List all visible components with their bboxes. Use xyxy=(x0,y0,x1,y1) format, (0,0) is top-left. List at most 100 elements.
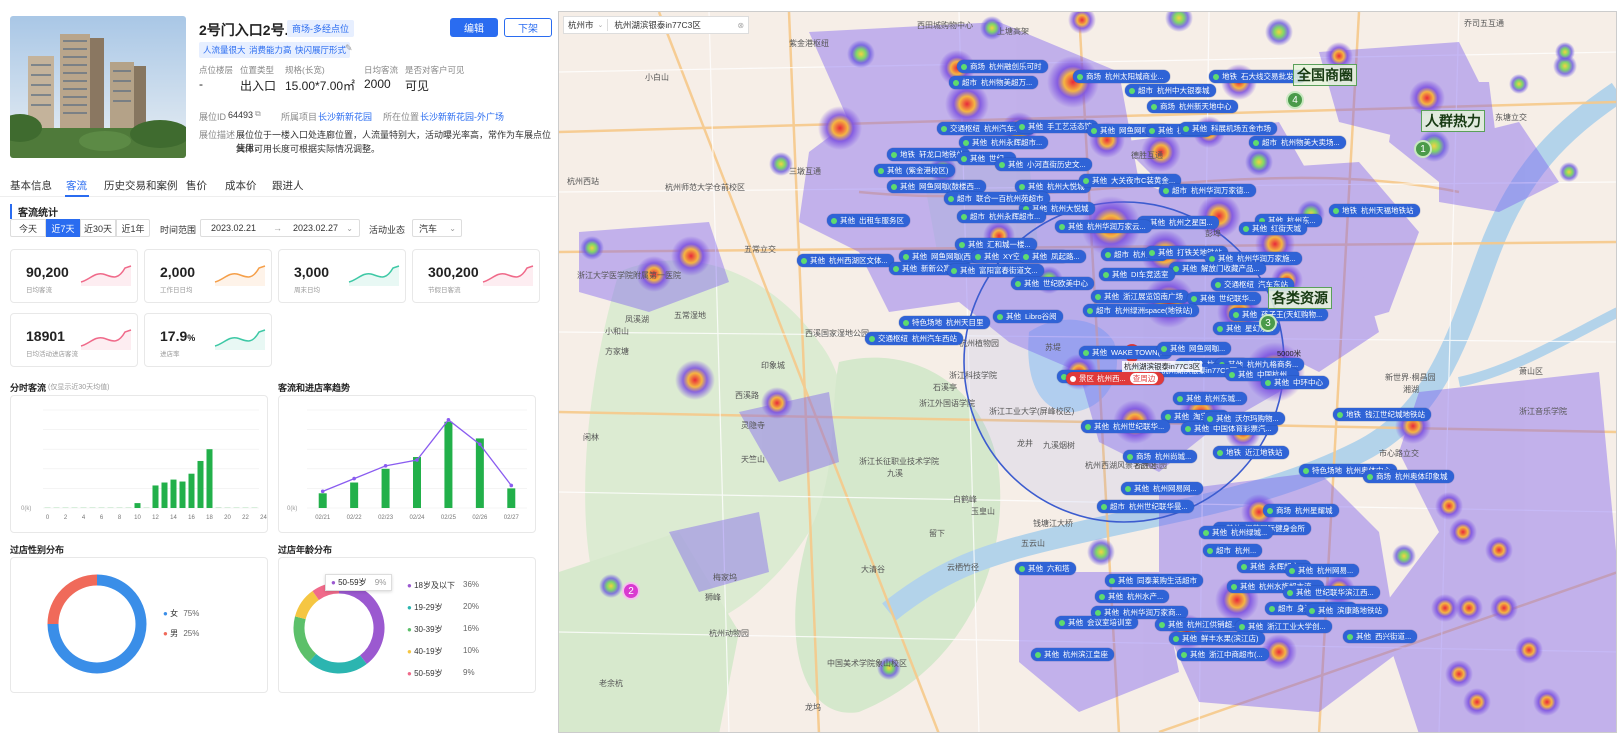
poi-pill[interactable]: 地铁 石大线交易批发... xyxy=(1209,70,1306,83)
place-label: 杭州西站 xyxy=(567,177,599,186)
poi-pill[interactable]: 其他 杭州永辉超市... xyxy=(959,136,1049,149)
poi-pill[interactable]: 商场 杭州奥体印象城 xyxy=(1363,470,1454,483)
city-select[interactable]: 杭州市 xyxy=(564,19,598,31)
poi-pill[interactable]: 超市 杭州世纪联华曼... xyxy=(1097,500,1194,513)
poi-pill[interactable]: 其他 中环中心 xyxy=(1261,376,1329,389)
tab-history[interactable]: 历史交易和案例 xyxy=(104,178,178,193)
range-30d[interactable]: 近30天 xyxy=(80,219,116,237)
poi-name: 沃尔玛购物... xyxy=(1235,414,1279,423)
copy-icon[interactable]: ⧉ xyxy=(255,109,261,119)
poi-pill[interactable]: 其他 杭州滨江皇座 xyxy=(1031,648,1114,661)
range-7d[interactable]: 近7天 xyxy=(46,219,80,237)
poi-pill[interactable]: 超市 杭州物美超万... xyxy=(949,76,1039,89)
poi-pill[interactable]: 地铁 杭州天福地铁站 xyxy=(1329,204,1420,217)
selected-poi-pill[interactable]: 景区 杭州西... 查周边 xyxy=(1066,372,1165,385)
poi-pill[interactable]: 其他 红街天城 xyxy=(1239,222,1307,235)
cluster-badge[interactable]: 1 xyxy=(1414,140,1432,158)
range-today[interactable]: 今天 xyxy=(10,219,46,237)
tab-basic-info[interactable]: 基本信息 xyxy=(10,178,52,193)
poi-pill[interactable]: 其他 网鱼网咖... xyxy=(1157,342,1232,355)
poi-type: 商场 xyxy=(1276,506,1291,515)
poi-type: 其他 xyxy=(1318,606,1333,615)
poi-pill[interactable]: 其他 富阳富春街道文... xyxy=(947,264,1044,277)
poi-pill[interactable]: 其他 杭州东城... xyxy=(1173,392,1248,405)
poi-pill[interactable]: 商场 杭州融创乐可时 xyxy=(957,60,1048,73)
poi-pill[interactable]: 其他 杭州绿城... xyxy=(1199,526,1274,539)
poi-pill[interactable]: 其他 (紫金港校区) xyxy=(874,164,955,177)
poi-type: 其他 xyxy=(1092,348,1107,357)
poi-pill[interactable]: 地铁 钱江世纪城地铁站 xyxy=(1333,408,1431,421)
poi-pill[interactable]: 交通枢纽 杭州汽车西站 xyxy=(865,332,963,345)
cluster-badge[interactable]: 3 xyxy=(1259,314,1277,332)
poi-pill[interactable]: 其他 出租车服务区 xyxy=(827,214,910,227)
poi-pill[interactable]: 超市 杭州物美大卖场... xyxy=(1249,136,1346,149)
date-range-picker[interactable]: 2023.02.21 → 2023.02.27 ⌄ xyxy=(200,219,360,237)
poi-pill[interactable]: 其他 六和塔 xyxy=(1015,562,1076,575)
location-link[interactable]: 长沙新新花园-外广场 xyxy=(420,110,504,123)
poi-pill[interactable]: 其他 世纪联华滨江西... xyxy=(1283,586,1380,599)
poi-dot-icon xyxy=(1185,425,1191,432)
heatmap-map[interactable]: 西田城购物中心 上塘高架 乔司五互通 紫金港枢纽 小白山 杭州西站 杭州师范大学仓前校区 三墩… xyxy=(558,11,1617,733)
cluster-badge[interactable]: 4 xyxy=(1286,91,1304,109)
poi-pill[interactable]: 超市 杭州永辉超市... xyxy=(957,210,1047,223)
poi-pill[interactable]: 超市 杭州华润万家德... xyxy=(1159,184,1256,197)
poi-pill[interactable]: 商场 杭州星耀城 xyxy=(1263,504,1339,517)
poi-pill[interactable]: 其他 Libro谷阅 xyxy=(993,310,1063,323)
poi-pill[interactable]: 其他 滨康路地铁站 xyxy=(1305,604,1388,617)
poi-pill[interactable]: 其他 会议室培训室 xyxy=(1055,616,1138,629)
tab-follower[interactable]: 跟进人 xyxy=(272,178,304,193)
poi-pill[interactable]: 其他 鲜丰水果(滨江店) xyxy=(1169,632,1265,645)
poi-pill[interactable]: 超市 杭州中大银泰城 xyxy=(1125,84,1216,97)
poi-pill[interactable]: 其他 杭州世纪联华... xyxy=(1081,420,1171,433)
place-label: 浙江科技学院 xyxy=(949,371,997,380)
poi-pill[interactable]: 超市 联合一百杭州苑超市 xyxy=(944,192,1050,205)
poi-pill[interactable]: 其他 科展机场五金市场 xyxy=(1179,122,1277,135)
poi-dot-icon xyxy=(1035,651,1041,658)
poi-pill[interactable]: 其他 解放门收藏产品... xyxy=(1169,262,1266,275)
poi-pill[interactable]: 地铁 近江地铁站 xyxy=(1213,446,1289,459)
poi-pill[interactable]: 其他 杭州网易网... xyxy=(1121,482,1203,495)
poi-pill[interactable]: 超市 杭州... xyxy=(1203,544,1263,557)
edit-button[interactable]: 编辑 xyxy=(450,18,498,37)
poi-pill[interactable]: 其他 杭州西湖区文体... xyxy=(797,254,894,267)
poi-pill[interactable]: 其他 同泰莱购生活超市 xyxy=(1105,574,1203,587)
poi-pill[interactable]: 其他 杭州华润万家云... xyxy=(1055,220,1152,233)
map-search-bar[interactable]: 杭州市 ⌄ 杭州湖滨银泰in77C3区 ⊗ xyxy=(563,16,750,34)
poi-pill[interactable]: 其他 沃尔玛购物... xyxy=(1203,412,1285,425)
poi-pill[interactable]: 其他 世纪欧美中心 xyxy=(1011,277,1094,290)
edit-tags-icon[interactable]: ✎ xyxy=(345,43,353,54)
poi-pill[interactable]: 其他 杭州江供销超... xyxy=(1155,618,1245,631)
poi-pill[interactable]: 其他 手工艺活态馆 xyxy=(1015,120,1098,133)
poi-pill[interactable]: 其他 杭州网易... xyxy=(1285,564,1360,577)
poi-pill[interactable]: 其他 杭州水产... xyxy=(1095,590,1170,603)
poi-pill[interactable]: 其他 浙江展览馆南广场 xyxy=(1091,290,1189,303)
poi-dot-icon xyxy=(1087,307,1093,314)
poi-dot-icon xyxy=(1207,547,1213,554)
close-icon[interactable]: ⊗ xyxy=(737,21,744,30)
activity-select[interactable]: 汽车 ⌄ xyxy=(412,219,462,237)
poi-pill[interactable]: 其他 孩子王(天虹购物... xyxy=(1229,308,1329,321)
tab-cost[interactable]: 成本价 xyxy=(225,178,257,193)
tab-traffic[interactable]: 客流 xyxy=(66,178,87,193)
poi-pill[interactable]: 特色场地 杭州天目里 xyxy=(899,316,990,329)
project-link[interactable]: 长沙新新花园 xyxy=(318,110,372,123)
place-label: 西溪国家湿地公园 xyxy=(805,329,869,338)
poi-pill[interactable]: 其他 凤起路... xyxy=(1019,250,1086,263)
poi-pill[interactable]: 其他 DI车竞选室 xyxy=(1099,268,1175,281)
trend-title: 客流和进店率趋势 xyxy=(278,383,351,393)
poi-pill[interactable]: 商场 杭州尚城... xyxy=(1123,450,1198,463)
poi-pill[interactable]: 超市 杭州绿洲space(地铁站) xyxy=(1083,304,1199,317)
poi-pill[interactable]: 商场 杭州太阳城商业... xyxy=(1073,70,1170,83)
tab-price[interactable]: 售价 xyxy=(186,178,207,193)
poi-pill[interactable]: 其他 小河直街历史文... xyxy=(995,158,1092,171)
poi-pill[interactable]: 其他 西兴街道... xyxy=(1343,630,1418,643)
poi-pill[interactable]: 其他 浙江中商超市(... xyxy=(1177,648,1269,661)
cluster-badge[interactable]: 2 xyxy=(622,582,640,600)
poi-dot-icon xyxy=(903,253,909,260)
takedown-button[interactable]: 下架 xyxy=(504,18,552,37)
range-1y[interactable]: 近1年 xyxy=(116,219,150,237)
poi-pill[interactable]: 其他 世纪联华... xyxy=(1187,292,1262,305)
poi-pill[interactable]: 商场 杭州新天地中心 xyxy=(1147,100,1238,113)
search-input[interactable]: 杭州湖滨银泰in77C3区 xyxy=(607,19,737,31)
poi-name: 杭州星耀城 xyxy=(1295,506,1333,515)
